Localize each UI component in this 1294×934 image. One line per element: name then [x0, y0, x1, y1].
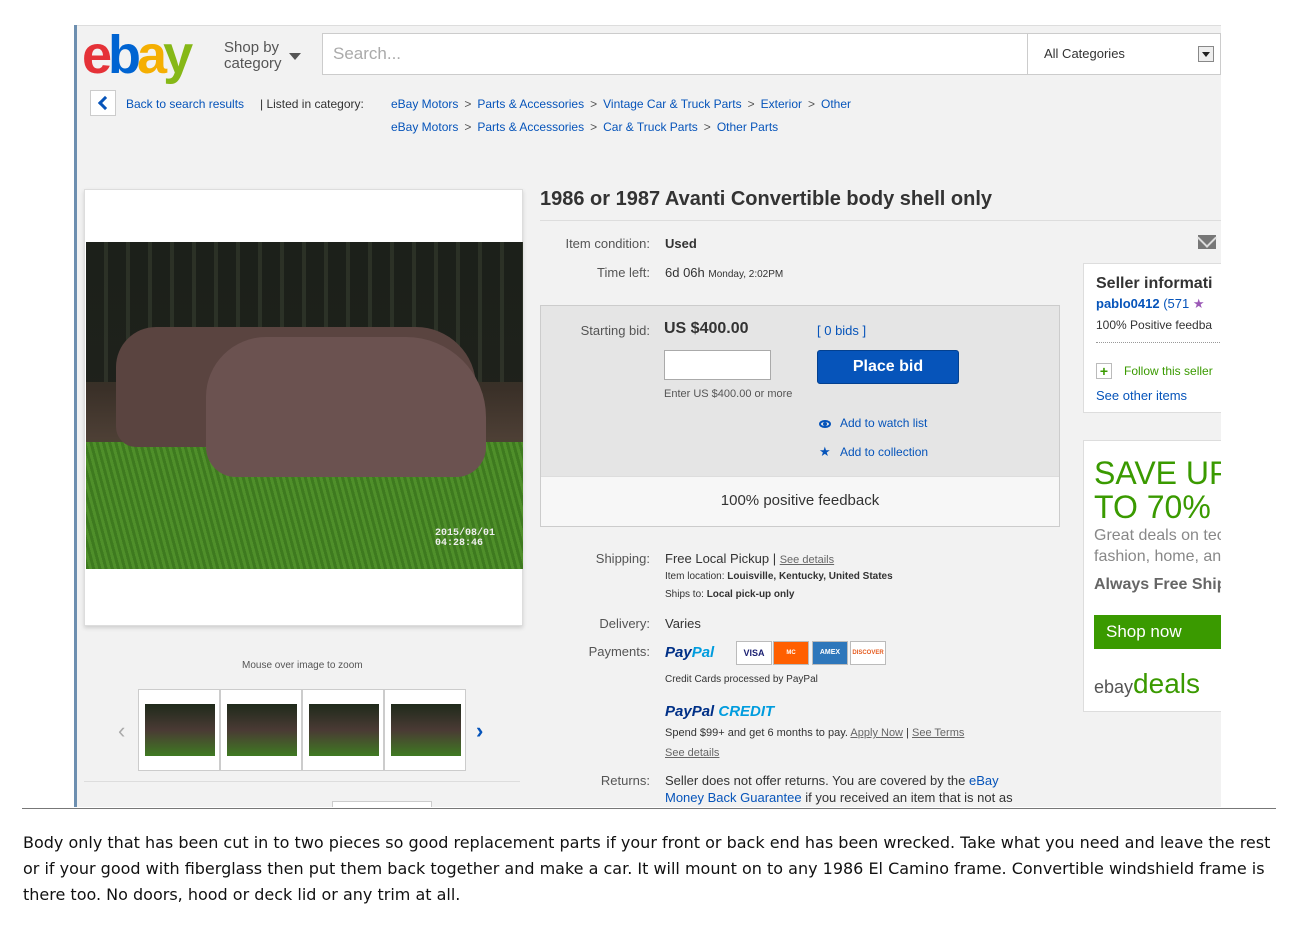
feedback-star-icon: ★ [1192, 296, 1205, 311]
follow-seller-link[interactable]: Follow this seller [1124, 364, 1213, 378]
plus-icon[interactable]: + [1096, 363, 1112, 379]
email-icon[interactable] [1198, 235, 1216, 249]
item-photo[interactable]: 2015/08/01 04:28:46 [86, 242, 523, 569]
thumbnail[interactable] [138, 689, 220, 771]
returns-label: Returns: [600, 773, 650, 788]
thumbnail-prev-arrow[interactable]: ‹ [118, 718, 125, 744]
breadcrumb-link[interactable]: Vintage Car & Truck Parts [603, 97, 742, 111]
starting-bid-value: US $400.00 [664, 320, 749, 337]
seller-name-link[interactable]: pablo0412 [1096, 296, 1160, 311]
place-bid-button[interactable]: Place bid [817, 350, 959, 384]
credit-offer: Spend $99+ and get 6 months to pay. Appl… [665, 727, 965, 739]
breadcrumb-link[interactable]: Other Parts [717, 120, 778, 134]
ebay-deals-ad[interactable]: SAVE UP TO 70% Great deals on tech fashi… [1083, 440, 1221, 712]
thumbnail[interactable] [384, 689, 466, 771]
ebay-logo[interactable]: ebay [82, 26, 193, 84]
back-arrow-icon[interactable] [90, 90, 116, 116]
browser-screenshot: ebay Shop by category Search... All Cate… [74, 25, 1221, 807]
dropdown-arrow-icon[interactable] [1198, 46, 1214, 62]
breadcrumb-link[interactable]: Parts & Accessories [477, 120, 584, 134]
breadcrumb-link[interactable]: eBay Motors [391, 120, 458, 134]
ebay-deals-logo: ebaydeals [1094, 668, 1200, 699]
breadcrumb-link[interactable]: Exterior [761, 97, 802, 111]
bid-hint: Enter US $400.00 or more [664, 388, 793, 400]
breadcrumb-link[interactable]: Parts & Accessories [477, 97, 584, 111]
thumbnail-next-arrow[interactable]: › [476, 718, 483, 744]
money-back-guarantee-link[interactable]: Money Back Guarantee [665, 790, 802, 805]
visa-card-icon: VISA [736, 641, 772, 665]
ad-headline-1: SAVE UP [1094, 455, 1221, 491]
mastercard-icon: MC [773, 641, 809, 665]
photo-timestamp: 2015/08/01 04:28:46 [434, 528, 495, 549]
ad-line-2: fashion, home, and [1094, 548, 1221, 565]
add-to-collection-link[interactable]: Add to collection [840, 445, 928, 459]
bid-panel: Starting bid: US $400.00 [ 0 bids ] Plac… [540, 305, 1060, 527]
zoom-hint: Mouse over image to zoom [242, 660, 363, 671]
add-to-watch-list-link[interactable]: Add to watch list [840, 416, 927, 430]
back-to-search-link[interactable]: Back to search results [126, 97, 244, 111]
breadcrumb-link[interactable]: eBay Motors [391, 97, 458, 111]
condition-value: Used [665, 236, 697, 251]
eye-icon [819, 420, 831, 428]
breadcrumb-link[interactable]: Other [821, 97, 851, 111]
category-path-2: eBay Motors > Parts & Accessories > Car & Tr… [391, 120, 779, 134]
see-other-items-link[interactable]: See other items [1096, 388, 1187, 403]
seller-heading: Seller informati [1096, 275, 1213, 292]
starting-bid-label: Starting bid: [580, 323, 650, 338]
breadcrumb-link[interactable]: Car & Truck Parts [603, 120, 698, 134]
ad-line-3: Always Free Ship [1094, 576, 1221, 593]
feedback-banner: 100% positive feedback [541, 476, 1059, 526]
search-input[interactable]: Search... [322, 33, 1028, 75]
item-description: Body only that has been cut in to two pi… [23, 833, 1271, 904]
paypal-logo: PayPal [665, 644, 715, 661]
seller-info-panel: Seller informati pablo0412 (571 ★ 100% P… [1083, 263, 1221, 413]
see-terms-link[interactable]: See Terms [912, 727, 964, 739]
shop-now-button[interactable]: Shop now [1094, 615, 1221, 649]
ad-line-1: Great deals on tech [1094, 527, 1221, 544]
caption-divider [22, 808, 1276, 809]
category-select[interactable]: All Categories [1027, 33, 1221, 75]
feedback-score-link[interactable]: (571 [1163, 296, 1189, 311]
listing-title: 1986 or 1987 Avanti Convertible body she… [540, 188, 993, 210]
returns-text-2: Money Back Guarantee if you received an … [665, 790, 1013, 805]
discover-card-icon: DISCOVER [850, 641, 886, 665]
delivery-label: Delivery: [599, 616, 650, 631]
ebay-link[interactable]: eBay [969, 773, 999, 788]
returns-text: Seller does not offer returns. You are c… [665, 773, 999, 788]
paypal-credit-logo: PayPal CREDIT [665, 703, 775, 720]
shop-by-category-button[interactable]: Shop by category [224, 40, 282, 72]
chevron-down-icon [289, 53, 301, 60]
time-left-label: Time left: [597, 265, 650, 280]
main-image-panel: 2015/08/01 04:28:46 [84, 189, 523, 626]
category-path-1: eBay Motors > Parts & Accessories > Vintage … [391, 97, 852, 111]
amex-card-icon: AMEX [812, 641, 848, 665]
payments-label: Payments: [588, 644, 650, 659]
shipping-label: Shipping: [595, 551, 650, 566]
delivery-value: Varies [665, 616, 701, 631]
gallery-bottom-button[interactable] [332, 801, 432, 807]
seller-name-line: pablo0412 (571 ★ [1096, 296, 1205, 312]
ships-to: Ships to: Local pick-up only [665, 589, 795, 600]
shipping-value: Free Local Pickup | See details [665, 551, 835, 566]
condition-label: Item condition: [565, 236, 650, 251]
bid-amount-input[interactable] [664, 350, 771, 380]
listed-in-category-label: | Listed in category: [260, 97, 364, 111]
item-location: Item location: Louisville, Kentucky, Uni… [665, 571, 893, 582]
bids-count-link[interactable]: [ 0 bids ] [817, 323, 866, 338]
thumbnail[interactable] [220, 689, 302, 771]
see-details-link[interactable]: See details [780, 554, 834, 566]
time-left-value: 6d 06h Monday, 2:02PM [665, 265, 784, 280]
thumbnail[interactable] [302, 689, 384, 771]
credit-see-details-link[interactable]: See details [665, 747, 719, 759]
star-icon: ★ [819, 444, 831, 459]
ad-headline-2: TO 70% [1094, 489, 1211, 525]
cards-note: Credit Cards processed by PayPal [665, 674, 818, 685]
apply-now-link[interactable]: Apply Now [850, 727, 903, 739]
seller-positive-feedback: 100% Positive feedba [1096, 318, 1213, 332]
